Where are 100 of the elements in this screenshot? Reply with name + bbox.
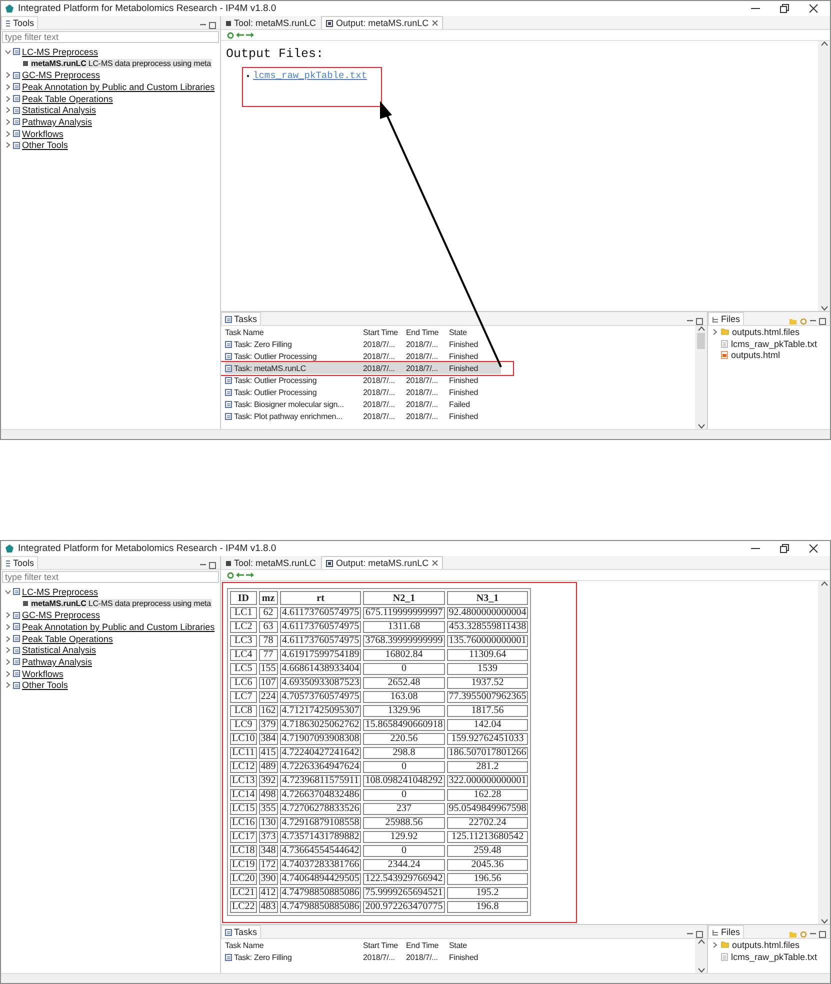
forward-icon[interactable] — [246, 572, 254, 578]
chevron-right-icon[interactable] — [5, 658, 11, 665]
chevron-right-icon[interactable] — [5, 682, 11, 688]
chevron-right-icon[interactable] — [712, 942, 718, 948]
scroll-up-icon[interactable] — [820, 41, 828, 46]
refresh-icon[interactable] — [227, 32, 234, 38]
task-name[interactable]: Task: Zero Filling — [234, 340, 292, 348]
task-name[interactable]: Task: Zero Filling — [234, 952, 292, 962]
files-tab[interactable]: Files — [708, 312, 744, 325]
filter-field[interactable]: type filter text — [2, 571, 219, 583]
chevron-down-icon[interactable] — [5, 588, 11, 595]
chevron-right-icon[interactable] — [712, 328, 718, 335]
editor-tab[interactable]: Output: metaMS.runLC — [321, 556, 443, 569]
task-name[interactable]: Task: Outlier Processing — [234, 388, 317, 396]
tasks-tab[interactable]: Tasks — [221, 925, 262, 938]
tool-category[interactable]: Peak Annotation by Public and Custom Libraries — [22, 82, 215, 92]
close-icon[interactable] — [809, 544, 818, 553]
task-name[interactable]: Task: metaMS.runLC — [234, 364, 306, 372]
scrollbar[interactable] — [695, 939, 707, 973]
chevron-right-icon[interactable] — [5, 647, 11, 654]
task-name[interactable]: Task: Biosigner molecular sign... — [234, 400, 344, 408]
filter-field[interactable]: type filter text — [2, 31, 219, 43]
chevron-right-icon[interactable] — [5, 130, 11, 137]
scrollbar[interactable] — [818, 581, 830, 924]
back-icon[interactable] — [236, 572, 244, 578]
scroll-down-icon[interactable] — [698, 968, 704, 973]
tool-category[interactable]: Pathway Analysis — [22, 116, 92, 127]
tool-category[interactable]: Statistical Analysis — [22, 105, 96, 116]
tasks-tab[interactable]: Tasks — [221, 312, 262, 325]
tool-category[interactable]: GC-MS Preprocess — [22, 70, 100, 80]
output-heading: Output Files: — [226, 47, 325, 61]
file-item[interactable]: outputs.html.files — [732, 326, 800, 337]
task-name[interactable]: Task: Outlier Processing — [234, 376, 317, 384]
tool-category[interactable]: LC-MS Preprocess — [22, 46, 98, 57]
maximize-icon[interactable] — [780, 544, 789, 553]
chevron-right-icon[interactable] — [5, 612, 11, 618]
chevron-right-icon[interactable] — [5, 72, 11, 78]
chevron-right-icon[interactable] — [5, 84, 11, 90]
close-icon[interactable] — [432, 20, 438, 26]
column-header[interactable]: End Time — [406, 940, 449, 950]
chevron-down-icon[interactable] — [5, 48, 11, 55]
file-item[interactable]: outputs.html.files — [732, 940, 800, 950]
tool-category[interactable]: Other Tools — [22, 140, 68, 150]
column-header[interactable]: Task Name — [225, 328, 363, 336]
maximize-icon[interactable] — [780, 4, 789, 13]
chevron-right-icon[interactable] — [5, 636, 11, 642]
task-name[interactable]: Task: Plot pathway enrichmen... — [234, 412, 342, 420]
tool-item[interactable]: metaMS.runLC LC-MS data preprocess using meta — [30, 59, 212, 68]
tool-category[interactable]: Peak Table Operations — [22, 634, 113, 644]
scroll-up-icon[interactable] — [698, 326, 704, 331]
tool-item[interactable]: metaMS.runLC LC-MS data preprocess using meta — [30, 599, 212, 608]
chevron-right-icon[interactable] — [5, 107, 11, 114]
table-cell: 1817.56 — [446, 705, 528, 717]
tool-category[interactable]: Statistical Analysis — [22, 645, 96, 656]
tool-category[interactable]: Peak Annotation by Public and Custom Libraries — [22, 622, 215, 632]
scroll-up-icon[interactable] — [820, 581, 828, 586]
file-item[interactable]: outputs.html — [731, 350, 780, 360]
scrollbar[interactable] — [818, 41, 830, 311]
scroll-up-icon[interactable] — [698, 939, 704, 944]
table-cell: 135.760000000001 — [446, 635, 528, 647]
tool-category[interactable]: Peak Table Operations — [22, 94, 113, 104]
tool-category[interactable]: Pathway Analysis — [22, 656, 92, 667]
task-name[interactable]: Task: Outlier Processing — [234, 352, 317, 360]
column-header[interactable]: Start Time — [363, 940, 406, 950]
editor-tab[interactable]: Output: metaMS.runLC — [321, 16, 443, 29]
chevron-right-icon[interactable] — [5, 624, 11, 630]
refresh-icon[interactable] — [227, 572, 234, 578]
tool-category[interactable]: Workflows — [22, 128, 64, 139]
column-header[interactable]: End Time — [406, 328, 449, 336]
tool-category[interactable]: Other Tools — [22, 680, 68, 690]
tools-tab[interactable]: Tools — [1, 16, 38, 29]
column-header[interactable]: State — [449, 328, 499, 336]
table-cell: LC10 — [230, 733, 257, 745]
table-cell: 0 — [363, 761, 445, 773]
scroll-down-icon[interactable] — [820, 919, 828, 924]
chevron-right-icon[interactable] — [5, 670, 11, 677]
close-icon[interactable] — [809, 4, 818, 13]
tool-category[interactable]: GC-MS Preprocess — [22, 610, 100, 620]
back-icon[interactable] — [236, 32, 244, 38]
tool-category[interactable]: LC-MS Preprocess — [22, 586, 98, 597]
tools-tab[interactable]: Tools — [1, 556, 38, 569]
chevron-right-icon[interactable] — [5, 96, 11, 102]
column-header[interactable]: Start Time — [363, 328, 406, 336]
file-item[interactable]: lcms_raw_pkTable.txt — [731, 952, 818, 962]
file-item[interactable]: lcms_raw_pkTable.txt — [731, 338, 818, 349]
table-cell: 675.119999999997 — [363, 607, 445, 619]
scroll-thumb[interactable] — [697, 333, 705, 349]
scroll-down-icon[interactable] — [698, 424, 704, 429]
column-header[interactable]: State — [449, 940, 499, 950]
scrollbar[interactable] — [695, 326, 707, 429]
chevron-right-icon[interactable] — [5, 118, 11, 125]
scroll-down-icon[interactable] — [820, 306, 828, 311]
close-icon[interactable] — [432, 560, 438, 566]
tool-category[interactable]: Workflows — [22, 668, 64, 679]
column-header[interactable]: Task Name — [225, 940, 363, 950]
chevron-right-icon[interactable] — [5, 142, 11, 148]
forward-icon[interactable] — [246, 32, 254, 38]
file-link[interactable]: lcms_raw_pkTable.txt — [253, 70, 368, 81]
table-cell-text: 2018/7/... — [363, 352, 396, 360]
files-tab[interactable]: Files — [708, 925, 744, 938]
